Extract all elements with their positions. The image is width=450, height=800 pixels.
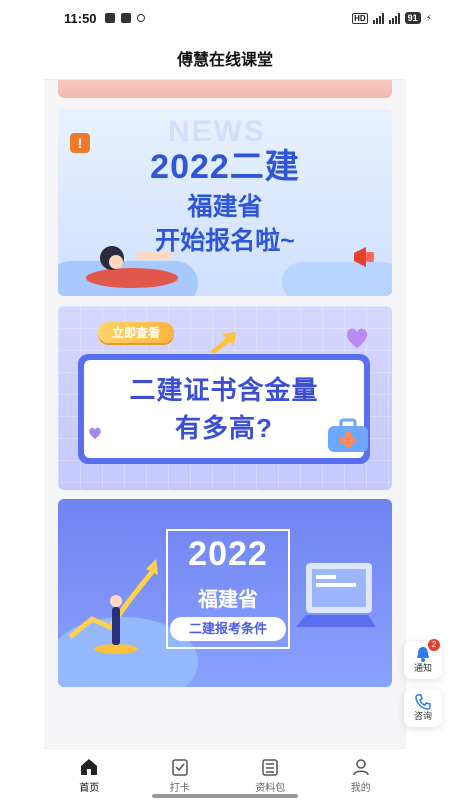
- view-now-tag[interactable]: 立即查看: [98, 322, 175, 343]
- status-time: 11:50: [64, 10, 97, 26]
- banner-province: 福建省: [187, 193, 263, 221]
- tab-checkin[interactable]: 打卡: [135, 749, 226, 800]
- app-header: 傅慧在线课堂: [44, 36, 406, 80]
- banner-subheadline: 有多高?: [175, 413, 273, 443]
- tab-label: 打卡: [169, 783, 190, 794]
- laptop-illustration-icon: [296, 563, 376, 627]
- tab-label: 我的: [350, 783, 371, 794]
- consult-float-button[interactable]: 咨询: [404, 689, 442, 727]
- materials-icon: [262, 759, 278, 776]
- status-system-icons: HD 91 ⚡: [352, 12, 432, 24]
- message-notification-icon: [120, 13, 131, 23]
- growth-chart-illustration-icon: [68, 559, 158, 654]
- tab-home[interactable]: 首页: [44, 749, 135, 800]
- banner-year-title: 2022二建: [150, 148, 300, 186]
- battery-icon: 91: [404, 12, 421, 24]
- medical-case-icon: [328, 418, 368, 452]
- megaphone-icon: [354, 247, 374, 267]
- profile-icon: [353, 759, 369, 776]
- ring-notification-icon: [136, 14, 145, 22]
- banner-list[interactable]: NEWS ! 2022二建 福建省 开始报名啦~ 立即查看 二建证书含金量 有多…: [44, 80, 406, 748]
- charging-icon: ⚡: [425, 12, 432, 23]
- heart-icon: [346, 328, 368, 348]
- phone-icon: [415, 694, 431, 710]
- tab-materials[interactable]: 资料包: [225, 749, 316, 800]
- notice-count-badge: 2: [428, 639, 440, 651]
- notice-label: 通知: [413, 663, 432, 673]
- exam-requirements-button[interactable]: 二建报考条件: [170, 617, 286, 641]
- notice-float-button[interactable]: 通知 2: [404, 639, 442, 679]
- status-bar: 11:50 HD 91 ⚡: [0, 0, 450, 36]
- home-indicator[interactable]: [152, 794, 298, 798]
- checkin-icon: [172, 759, 188, 776]
- tab-label: 首页: [79, 783, 100, 794]
- consult-label: 咨询: [413, 711, 432, 721]
- signal-4g-icon: [388, 12, 400, 24]
- heart-icon: [89, 427, 101, 439]
- status-notification-icons: [104, 13, 145, 23]
- banner-partial-top[interactable]: [58, 80, 392, 98]
- bottom-tab-bar: 首页 打卡 资料包 我的: [44, 748, 406, 800]
- banner-year: 2022: [188, 535, 268, 573]
- banner-province: 福建省: [198, 589, 258, 611]
- hd-icon: HD: [352, 12, 368, 24]
- tab-label: 资料包: [255, 783, 286, 794]
- page-title: 傅慧在线课堂: [176, 51, 273, 69]
- banner-registration-open[interactable]: NEWS ! 2022二建 福建省 开始报名啦~: [58, 109, 392, 296]
- banner-certificate-value[interactable]: 立即查看 二建证书含金量 有多高?: [58, 306, 392, 490]
- tab-profile[interactable]: 我的: [316, 749, 407, 800]
- person-illustration-icon: [86, 246, 178, 288]
- home-icon: [81, 759, 98, 775]
- certificate-card-body: 二建证书含金量 有多高?: [84, 360, 364, 458]
- banner-headline: 二建证书含金量: [129, 375, 319, 405]
- app-notification-icon: [104, 13, 115, 23]
- signal-icon: [372, 12, 384, 24]
- banner-exam-requirements[interactable]: 2022 福建省 二建报考条件: [58, 499, 392, 687]
- arrow-icon: [210, 332, 236, 354]
